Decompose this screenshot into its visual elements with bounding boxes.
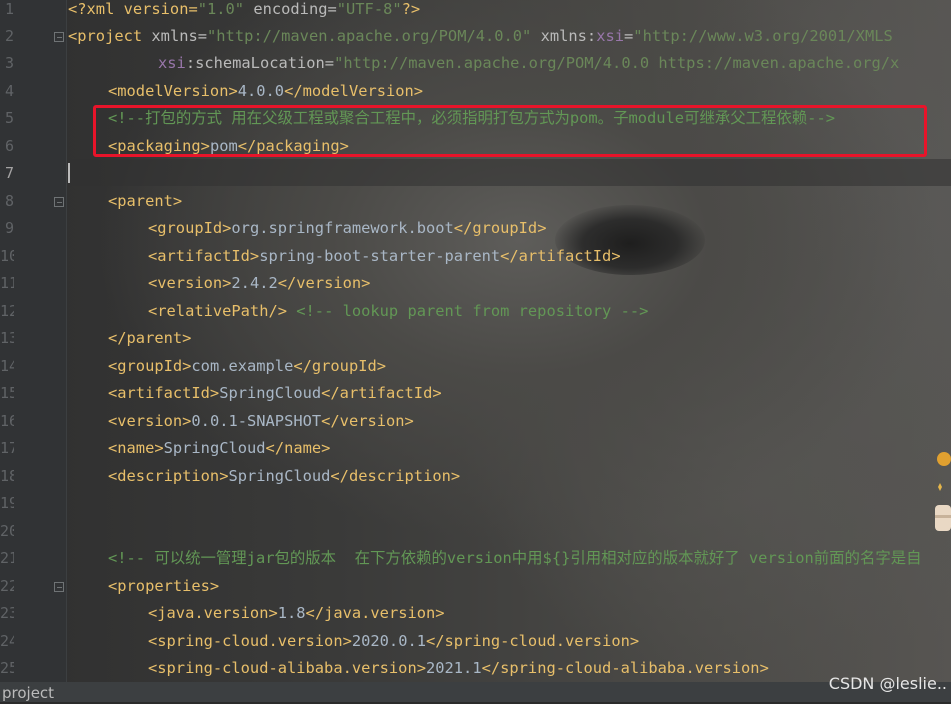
- line-number: 21: [0, 549, 14, 567]
- fold-toggle-icon[interactable]: [54, 32, 64, 42]
- code-line-23[interactable]: <java.version>1.8</java.version>: [148, 600, 445, 627]
- code-line-15[interactable]: <artifactId>SpringCloud</artifactId>: [108, 380, 442, 407]
- code-line-8[interactable]: <parent>: [108, 188, 182, 215]
- line-number: 10: [0, 247, 14, 265]
- line-number: 14: [0, 357, 14, 375]
- watermark: CSDN @leslie..: [828, 674, 947, 693]
- line-number: 2: [4, 27, 14, 45]
- sticker-decoration-icon: [935, 452, 951, 531]
- line-number: 8: [4, 192, 14, 210]
- line-number: 5: [4, 109, 14, 127]
- fold-toggle-icon[interactable]: [54, 582, 64, 592]
- code-line-14[interactable]: <groupId>com.example</groupId>: [108, 353, 386, 380]
- line-number: 4: [4, 82, 14, 100]
- code-line-24[interactable]: <spring-cloud.version>2020.0.1</spring-c…: [148, 628, 639, 655]
- code-line-2[interactable]: <project xmlns="http://maven.apache.org/…: [68, 23, 893, 50]
- code-line-1[interactable]: <?xml version="1.0" encoding="UTF-8"?>: [68, 0, 420, 23]
- line-number: 22: [0, 577, 14, 595]
- line-number: 15: [0, 384, 14, 402]
- code-line-16[interactable]: <version>0.0.1-SNAPSHOT</version>: [108, 408, 414, 435]
- fold-toggle-icon[interactable]: [54, 197, 64, 207]
- line-number: 17: [0, 439, 14, 457]
- code-line-11[interactable]: <version>2.4.2</version>: [148, 270, 370, 297]
- text-caret: [68, 163, 70, 183]
- status-bar: project: [0, 682, 951, 702]
- line-number: 18: [0, 467, 14, 485]
- line-number: 19: [0, 494, 14, 512]
- line-number: 20: [0, 522, 14, 540]
- code-line-3[interactable]: xsi:schemaLocation="http://maven.apache.…: [158, 50, 899, 77]
- gutter-divider: [66, 0, 67, 702]
- line-number: 23: [0, 604, 14, 622]
- line-number: 11: [0, 274, 14, 292]
- line-number: 3: [4, 54, 14, 72]
- status-bar-project-label[interactable]: project: [2, 682, 54, 704]
- line-number: 1: [4, 0, 14, 18]
- code-line-25[interactable]: <spring-cloud-alibaba.version>2021.1</sp…: [148, 655, 769, 682]
- code-line-9[interactable]: <groupId>org.springframework.boot</group…: [148, 215, 546, 242]
- code-line-18[interactable]: <description>SpringCloud</description>: [108, 463, 460, 490]
- code-line-10[interactable]: <artifactId>spring-boot-starter-parent</…: [148, 243, 621, 270]
- code-line-21[interactable]: <!-- 可以统一管理jar包的版本 在下方依赖的version中用${}引用相…: [108, 545, 922, 572]
- line-number: 13: [0, 329, 14, 347]
- red-annotation-box: [93, 105, 927, 157]
- line-number: 16: [0, 412, 14, 430]
- line-number: 6: [4, 137, 14, 155]
- line-number: 9: [4, 219, 14, 237]
- code-line-17[interactable]: <name>SpringCloud</name>: [108, 435, 330, 462]
- code-line-12[interactable]: <relativePath/> <!-- lookup parent from …: [148, 298, 648, 325]
- code-line-22[interactable]: <properties>: [108, 573, 219, 600]
- line-number: 25: [0, 659, 14, 677]
- line-number-gutter: 1 2 3 4 5 6 7 8 9 10 11 12 13 14 15 16 1…: [0, 0, 66, 702]
- line-number: 12: [0, 302, 14, 320]
- code-line-4[interactable]: <modelVersion>4.0.0</modelVersion>: [108, 78, 423, 105]
- code-line-13[interactable]: </parent>: [108, 325, 191, 352]
- current-line-highlight: [67, 159, 951, 186]
- line-number-current: 7: [4, 164, 14, 182]
- line-number: 24: [0, 632, 14, 650]
